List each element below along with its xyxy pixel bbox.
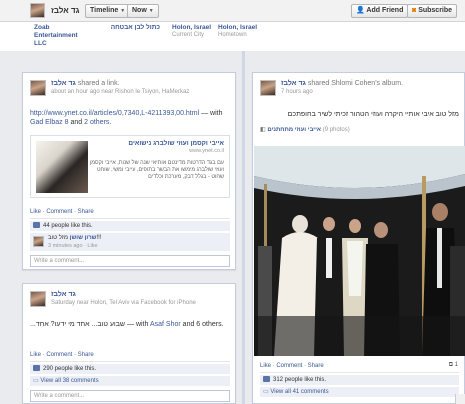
wedding-photo-illustration — [254, 146, 465, 356]
album-icon: ◧ — [260, 127, 266, 133]
commenter-avatar[interactable] — [33, 236, 44, 247]
post-body: ...שבוע טוב... אחד מי ידעו? אחד — with A… — [30, 321, 224, 328]
now-dropdown[interactable]: Now ▼ — [127, 4, 159, 18]
tag-others[interactable]: and 6 others. — [183, 321, 224, 328]
about-employer[interactable]: Zoab Entertainment LLC — [34, 24, 82, 48]
author-avatar[interactable] — [30, 80, 46, 96]
likes-row[interactable]: 44 people like this. — [30, 221, 230, 231]
comments-icon: ▭ — [263, 389, 269, 395]
like-icon — [33, 222, 40, 229]
view-all-comments[interactable]: ▭ View all 38 comments — [30, 376, 230, 386]
post-author-line: גד אלבז shared Shlomi Cohen's album. — [281, 80, 403, 87]
about-current-city[interactable]: Holon, Israel Current City — [172, 24, 222, 39]
commenter-name[interactable]: שרון שושן — [70, 235, 97, 241]
divider — [260, 372, 459, 373]
link-thumbnail[interactable] — [36, 141, 88, 193]
author-avatar[interactable] — [260, 80, 276, 96]
tag-user-1[interactable]: Gad Elbaz 8 — [30, 119, 69, 126]
post-url[interactable]: http://www.ynet.co.il/articles/0,7340,L-… — [30, 110, 199, 117]
add-friend-icon: 👤 — [356, 7, 365, 14]
album-link[interactable]: ◧ אייבי ועוזי מתחתנים (9 photos) — [260, 126, 356, 133]
author-name[interactable]: גד אלבז — [51, 291, 76, 298]
add-friend-button[interactable]: 👤 Add Friend — [351, 4, 409, 18]
profile-header-bar: גד אלבז Timeline ▼ Now ▼ 👤 Add Friend ◙ Su… — [0, 0, 465, 22]
comment-text-line: שרון שושן מזל טוב!!! — [48, 235, 102, 241]
subscribe-button[interactable]: ◙ Subscribe — [407, 4, 458, 18]
add-friend-label: Add Friend — [366, 7, 404, 14]
profile-avatar[interactable] — [30, 3, 45, 18]
post-meta[interactable]: 7 hours ago — [281, 89, 313, 95]
post-card-album: גד אלבז shared Shlomi Cohen's album. 7 h… — [252, 72, 465, 404]
like-icon — [33, 365, 40, 372]
post-action: shared a link. — [77, 80, 120, 87]
likes-row[interactable]: 290 people like this. — [30, 364, 230, 374]
post-card-link: גד אלבז shared a link. about an hour ago… — [22, 72, 236, 270]
link-description: עם בגד הדרטות מדינטם אותיאי שנה של שנות,… — [89, 160, 224, 180]
tag-user-1[interactable]: Asaf Shor — [150, 321, 181, 328]
timeline-dropdown[interactable]: Timeline ▼ — [85, 4, 131, 18]
about-work[interactable]: כתול לבן אבטחה — [100, 24, 160, 32]
like-icon — [263, 376, 270, 383]
post-card-status: גד אלבז Saturday near Holon, Tel Aviv vi… — [22, 283, 236, 404]
about-row: Zoab Entertainment LLC כתול לבן אבטחה Ho… — [0, 23, 465, 51]
timeline-spine — [242, 51, 245, 404]
comment-input[interactable]: Write a comment... — [30, 255, 230, 267]
post-actions[interactable]: Like · Comment · Share — [30, 209, 94, 215]
rss-icon: ◙ — [412, 7, 417, 14]
view-all-comments[interactable]: ▭ View all 41 comments — [260, 387, 459, 397]
comment-item: שרון שושן מזל טוב!!! 3 minutes ago · Lik… — [30, 233, 230, 251]
likes-row[interactable]: 312 people like this. — [260, 375, 459, 385]
post-actions[interactable]: Like · Comment · Share — [30, 352, 94, 358]
share-icon: ⧉ — [448, 362, 453, 368]
comments-icon: ▭ — [33, 378, 39, 384]
comment-meta[interactable]: 3 minutes ago · Like — [48, 243, 98, 249]
link-title[interactable]: אייבי וקסמן ועוזי שולברג נישואים — [89, 140, 224, 147]
album-photo[interactable] — [254, 146, 465, 356]
author-name[interactable]: גד אלבז — [281, 80, 306, 87]
tag-others[interactable]: 2 others. — [84, 119, 111, 126]
scroll-down-arrow[interactable] — [455, 394, 465, 404]
profile-name[interactable]: גד אלבז — [51, 6, 79, 15]
author-name[interactable]: גד אלבז — [51, 80, 76, 87]
now-label: Now — [132, 7, 147, 14]
about-hometown[interactable]: Holon, Israel Hometown — [218, 24, 268, 39]
timeline-label: Timeline — [90, 7, 119, 14]
post-meta[interactable]: about an hour ago near Rishon le Tsiyon,… — [51, 89, 189, 95]
author-avatar[interactable] — [30, 291, 46, 307]
divider — [30, 361, 230, 362]
chevron-down-icon: ▼ — [148, 8, 154, 14]
post-author-line: גד אלבז — [51, 291, 76, 298]
post-action: shared Shlomi Cohen's album. — [307, 80, 403, 87]
post-actions[interactable]: Like · Comment · Share — [260, 363, 324, 369]
comment-input[interactable]: Write a comment... — [30, 390, 230, 402]
share-count[interactable]: ⧉ 1 — [449, 362, 458, 369]
subscribe-label: Subscribe — [418, 7, 453, 14]
chevron-down-icon: ▼ — [120, 8, 126, 14]
link-domain: www.ynet.co.il — [189, 148, 224, 154]
post-body: מזל טוב איבי אותיי היקרה ועוזי הטהור זכי… — [287, 111, 459, 118]
status-text: ...שבוע טוב... אחד מי ידעו? אחד — [30, 321, 126, 328]
post-body: http://www.ynet.co.il/articles/0,7340,L-… — [30, 110, 223, 126]
post-meta[interactable]: Saturday near Holon, Tel Aviv via Facebo… — [51, 300, 196, 306]
post-author-line: גד אלבז shared a link. — [51, 80, 120, 87]
divider — [30, 218, 230, 219]
link-preview[interactable]: אייבי וקסמן ועוזי שולברג נישואים www.yne… — [30, 135, 230, 198]
